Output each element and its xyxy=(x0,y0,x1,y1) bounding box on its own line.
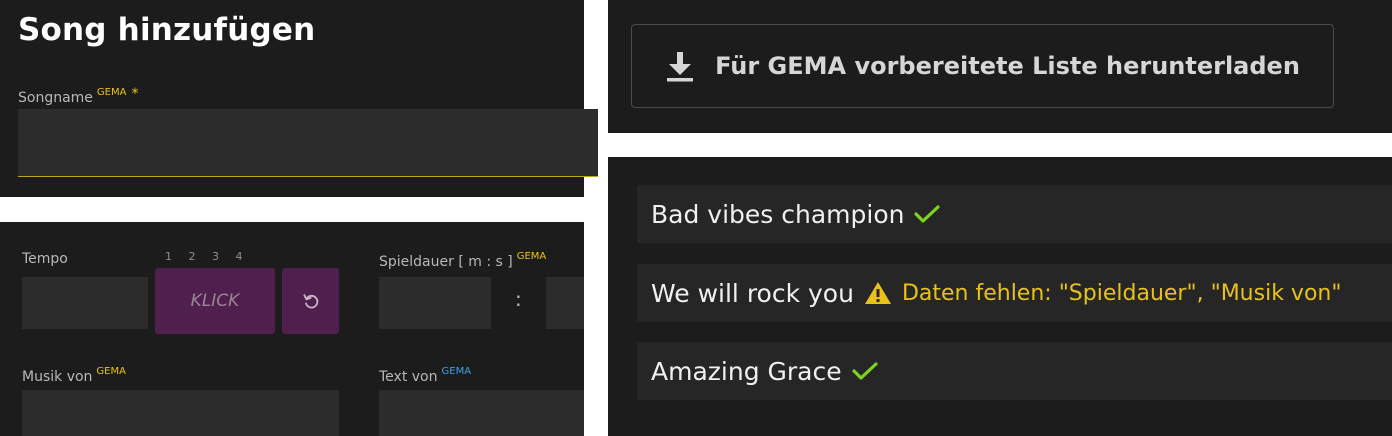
text-label: Text von GEMA xyxy=(379,366,471,385)
duration-label-text: Spieldauer [ m : s ] xyxy=(379,254,513,270)
duration-separator: : xyxy=(515,287,522,311)
gema-badge: GEMA xyxy=(96,366,126,377)
song-list-item[interactable]: Bad vibes champion xyxy=(637,185,1392,243)
songname-label-text: Songname xyxy=(18,90,93,106)
reset-tempo-button[interactable] xyxy=(282,268,339,334)
beat-4: 4 xyxy=(235,250,243,263)
duration-minutes-input[interactable] xyxy=(379,277,491,329)
song-name: Amazing Grace xyxy=(651,356,842,386)
musik-von-input[interactable] xyxy=(22,390,339,436)
beat-indicator: 1 2 3 4 xyxy=(165,250,243,263)
duration-seconds-input[interactable] xyxy=(546,277,584,329)
musik-label: Musik von GEMA xyxy=(22,366,126,385)
text-label-text: Text von xyxy=(379,369,438,385)
gema-badge: GEMA xyxy=(96,87,127,98)
song-list-item[interactable]: Amazing Grace xyxy=(637,342,1392,400)
page-title: Song hinzufügen xyxy=(18,12,316,48)
gema-badge: GEMA xyxy=(441,366,472,377)
beat-3: 3 xyxy=(212,250,219,263)
tap-tempo-button[interactable]: KLICK xyxy=(155,268,275,334)
song-list-item[interactable]: We will rock you Daten fehlen: "Spieldau… xyxy=(637,264,1392,322)
download-label: Für GEMA vorbereitete Liste herunterlade… xyxy=(715,52,1300,80)
song-name: Bad vibes champion xyxy=(651,199,905,229)
check-icon xyxy=(914,204,941,224)
download-icon xyxy=(667,52,694,82)
tap-tempo-label: KLICK xyxy=(190,291,240,311)
check-icon xyxy=(852,361,878,381)
songname-input[interactable] xyxy=(18,109,598,177)
download-gema-list-button[interactable]: Für GEMA vorbereitete Liste herunterlade… xyxy=(631,24,1334,108)
beat-2: 2 xyxy=(188,250,196,263)
tempo-input[interactable] xyxy=(22,277,148,329)
missing-data-warning: Daten fehlen: "Spieldauer", "Musik von" xyxy=(901,280,1342,306)
beat-1: 1 xyxy=(165,250,172,263)
text-von-input[interactable] xyxy=(379,390,584,436)
musik-label-text: Musik von xyxy=(22,369,93,385)
song-name: We will rock you xyxy=(651,278,854,308)
tempo-label: Tempo xyxy=(22,251,68,267)
songname-label: Songname GEMA * xyxy=(18,86,138,106)
warning-icon xyxy=(864,281,892,305)
required-mark: * xyxy=(131,86,139,102)
duration-label: Spieldauer [ m : s ] GEMA xyxy=(379,251,546,270)
reset-icon xyxy=(302,294,318,309)
gema-badge: GEMA xyxy=(516,251,547,262)
